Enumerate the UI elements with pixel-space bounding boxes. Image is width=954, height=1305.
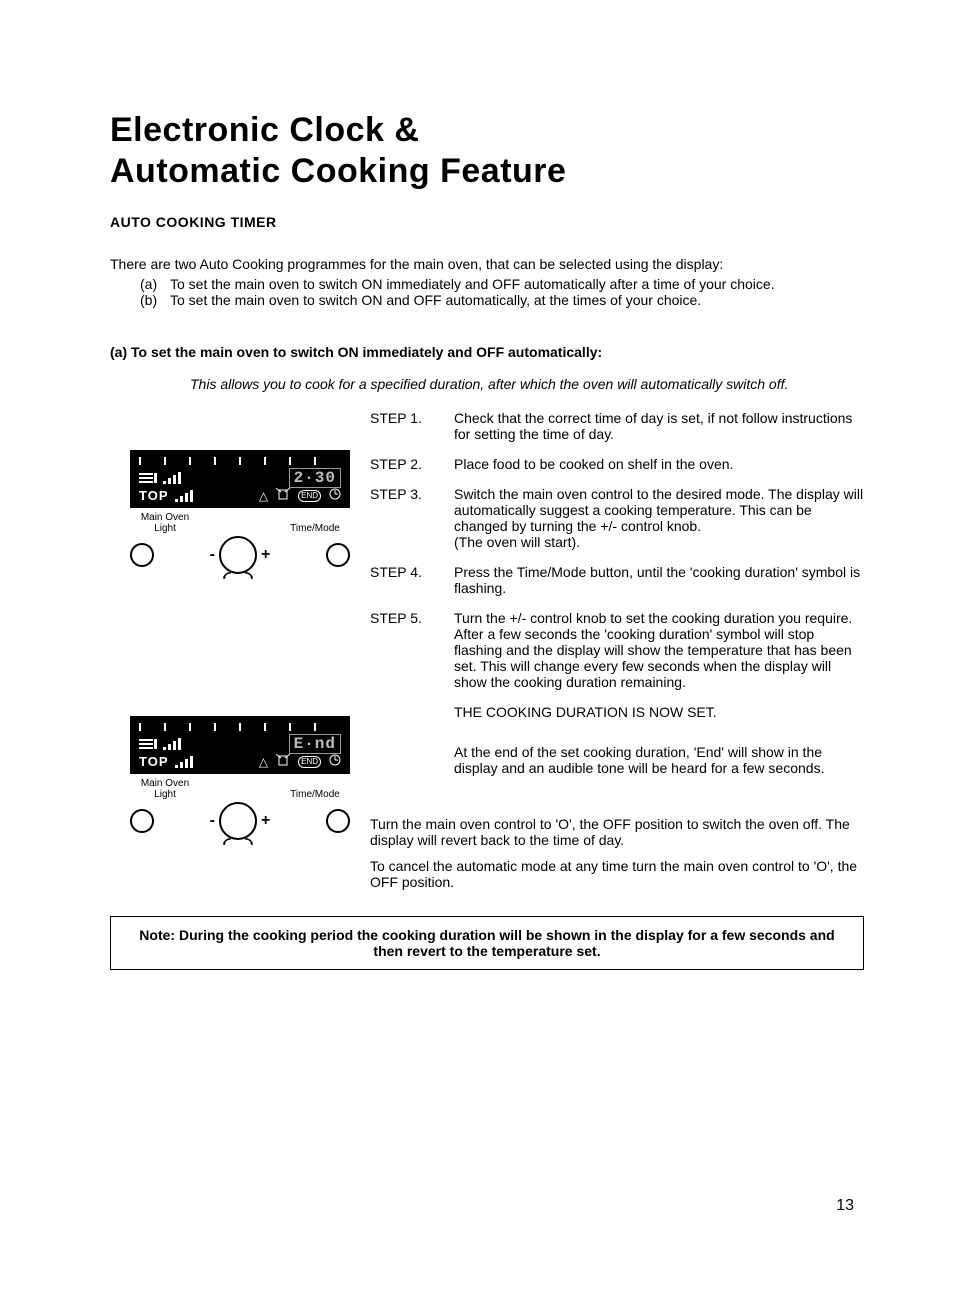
intro-text: There are two Auto Cooking programmes fo…: [110, 256, 864, 272]
digital-readout: 2·30: [289, 468, 341, 488]
control-labels: Main Oven Light Time/Mode: [130, 778, 350, 800]
signal-bars-icon: [175, 490, 195, 502]
light-button: [130, 543, 154, 567]
ccw-arrow-icon: [223, 838, 233, 848]
clock-icon: [329, 488, 341, 503]
step-label: STEP 1.: [370, 410, 454, 442]
step-body: Turn the +/- control knob to set the coo…: [454, 610, 864, 690]
menu-icon: [139, 738, 157, 750]
lcd-screen: E·nd TOP △ END: [130, 716, 350, 774]
step-1: STEP 1.Check that the correct time of da…: [370, 410, 864, 442]
cw-arrow-icon: [243, 572, 253, 582]
mode-icons: △ END: [259, 488, 341, 503]
closing-2: To cancel the automatic mode at any time…: [370, 858, 864, 890]
option-text: To set the main oven to switch ON immedi…: [170, 276, 864, 292]
control-labels: Main Oven Light Time/Mode: [130, 512, 350, 534]
tick-marks: [139, 723, 341, 733]
step-4: STEP 4.Press the Time/Mode button, until…: [370, 564, 864, 596]
clock-icon: [329, 754, 341, 769]
right-control-label: Time/Mode: [280, 778, 350, 800]
section-a-description: This allows you to cook for a specified …: [190, 376, 864, 392]
step-label: STEP 2.: [370, 456, 454, 472]
options-list: (a) To set the main oven to switch ON im…: [110, 276, 864, 308]
plus-label: +: [261, 812, 270, 830]
minus-label: -: [210, 812, 215, 830]
duration-icon: [276, 488, 290, 503]
step-label: STEP 3.: [370, 486, 454, 550]
left-control-label: Main Oven Light: [130, 778, 200, 800]
digital-readout: E·nd: [289, 734, 341, 754]
bell-icon: △: [259, 489, 268, 503]
section-a-heading: (a) To set the main oven to switch ON im…: [110, 344, 864, 360]
step-5: STEP 5.Turn the +/- control knob to set …: [370, 610, 864, 690]
left-control-label: Main Oven Light: [130, 512, 200, 534]
steps-column: STEP 1.Check that the correct time of da…: [370, 410, 864, 900]
end-icon: END: [298, 756, 321, 768]
step-body: Press the Time/Mode button, until the 'c…: [454, 564, 864, 596]
step-label: STEP 4.: [370, 564, 454, 596]
step-body: Check that the correct time of day is se…: [454, 410, 864, 442]
option-marker: (b): [140, 292, 170, 308]
adjust-knob-group: - +: [210, 536, 271, 574]
note-box: Note: During the cooking period the cook…: [110, 916, 864, 970]
menu-icon: [139, 472, 157, 484]
two-column-layout: 2·30 TOP △ END: [110, 410, 864, 900]
display-panel-2: E·nd TOP △ END: [130, 716, 350, 840]
time-mode-button: [326, 543, 350, 567]
duration-icon: [276, 754, 290, 769]
display-panel-1: 2·30 TOP △ END: [130, 450, 350, 574]
after-step-1: THE COOKING DURATION IS NOW SET.: [454, 704, 864, 720]
signal-bars-icon: [175, 756, 195, 768]
control-knobs: - +: [130, 802, 350, 840]
step-3: STEP 3.Switch the main oven control to t…: [370, 486, 864, 550]
ccw-arrow-icon: [223, 572, 233, 582]
step-2: STEP 2.Place food to be cooked on shelf …: [370, 456, 864, 472]
signal-bars-icon: [163, 472, 183, 484]
after-step-2: At the end of the set cooking duration, …: [454, 744, 864, 776]
control-knobs: - +: [130, 536, 350, 574]
adjust-knob: [219, 802, 257, 840]
title-line-2: Automatic Cooking Feature: [110, 152, 566, 190]
title-line-1: Electronic Clock &: [110, 111, 419, 149]
page-number: 13: [836, 1197, 854, 1215]
lcd-screen: 2·30 TOP △ END: [130, 450, 350, 508]
tick-marks: [139, 457, 341, 467]
adjust-knob-group: - +: [210, 802, 271, 840]
time-mode-button: [326, 809, 350, 833]
light-button: [130, 809, 154, 833]
page-title: Electronic Clock & Automatic Cooking Fea…: [110, 110, 864, 192]
minus-label: -: [210, 546, 215, 564]
closing-1: Turn the main oven control to 'O', the O…: [370, 816, 864, 848]
option-marker: (a): [140, 276, 170, 292]
step-body: Place food to be cooked on shelf in the …: [454, 456, 864, 472]
plus-label: +: [261, 546, 270, 564]
step-label: STEP 5.: [370, 610, 454, 690]
step-body: Switch the main oven control to the desi…: [454, 486, 864, 550]
top-label: TOP: [139, 754, 169, 769]
option-a: (a) To set the main oven to switch ON im…: [110, 276, 864, 292]
signal-bars-icon: [163, 738, 183, 750]
illustration-column: 2·30 TOP △ END: [110, 410, 370, 900]
document-page: Electronic Clock & Automatic Cooking Fea…: [0, 0, 954, 1305]
bell-icon: △: [259, 755, 268, 769]
cw-arrow-icon: [243, 838, 253, 848]
option-b: (b) To set the main oven to switch ON an…: [110, 292, 864, 308]
top-label: TOP: [139, 488, 169, 503]
subheading: AUTO COOKING TIMER: [110, 214, 864, 230]
option-text: To set the main oven to switch ON and OF…: [170, 292, 864, 308]
adjust-knob: [219, 536, 257, 574]
end-icon: END: [298, 490, 321, 502]
mode-icons: △ END: [259, 754, 341, 769]
right-control-label: Time/Mode: [280, 512, 350, 534]
